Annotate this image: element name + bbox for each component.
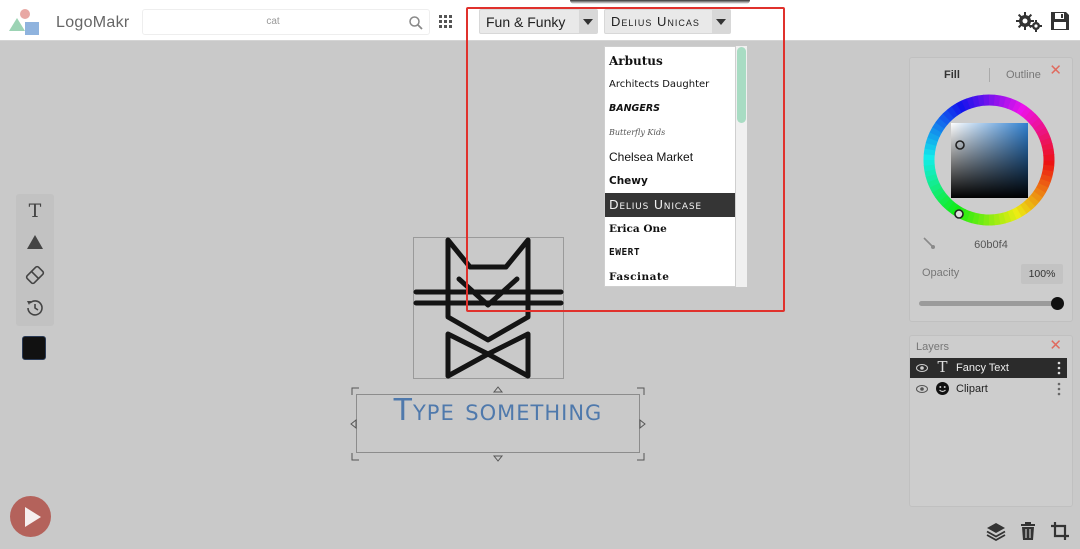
logomakr-logo-icon[interactable] <box>8 8 42 36</box>
layers-panel: Layers ✕ T Fancy Text Clipart <box>909 335 1073 507</box>
crop-icon[interactable] <box>1050 521 1070 541</box>
opacity-label: Opacity <box>922 267 960 279</box>
text-icon: T <box>937 358 948 376</box>
app-name[interactable]: LogoMakr <box>56 14 130 32</box>
eye-icon[interactable] <box>916 363 928 373</box>
opacity-slider[interactable] <box>919 301 1059 306</box>
eraser-tool-icon[interactable] <box>23 263 47 287</box>
color-panel: Fill Outline ✕ 60b0f4 Opacity 100% <box>909 57 1073 322</box>
eye-icon[interactable] <box>916 384 928 394</box>
tab-divider <box>989 68 990 82</box>
layer-row-clipart[interactable]: Clipart <box>910 379 1067 399</box>
hex-value[interactable]: 60b0f4 <box>910 239 1072 251</box>
hue-picker-handle <box>954 209 964 219</box>
layers-title: Layers <box>916 341 950 353</box>
smiley-icon <box>936 382 949 395</box>
close-icon[interactable]: ✕ <box>1049 61 1062 79</box>
fancy-text[interactable]: Type something <box>358 393 638 428</box>
trash-icon[interactable] <box>1018 521 1038 541</box>
more-vertical-icon[interactable] <box>1057 361 1061 375</box>
layer-label: Clipart <box>956 383 988 395</box>
shape-tool-icon[interactable] <box>23 230 47 254</box>
grid-icon[interactable] <box>439 15 452 28</box>
highlight-annotation-box <box>466 7 785 312</box>
opacity-slider-handle[interactable] <box>1051 297 1064 310</box>
search-icon[interactable] <box>408 15 424 31</box>
settings-gear-icon[interactable] <box>1016 11 1042 33</box>
opacity-input[interactable]: 100% <box>1021 264 1063 284</box>
save-icon[interactable] <box>1050 11 1070 31</box>
layers-stack-icon[interactable] <box>986 521 1006 541</box>
text-tool-icon[interactable]: T <box>23 199 47 223</box>
color-swatch[interactable] <box>22 336 46 360</box>
tool-bar: T <box>16 194 54 326</box>
layer-row-fancy-text[interactable]: T Fancy Text <box>910 358 1067 378</box>
more-vertical-icon[interactable] <box>1057 382 1061 396</box>
history-icon[interactable] <box>23 296 47 320</box>
search-field[interactable]: cat <box>142 9 430 35</box>
color-wheel[interactable] <box>918 89 1060 231</box>
layer-label: Fancy Text <box>956 362 1009 374</box>
play-button[interactable] <box>10 496 51 537</box>
tab-fill[interactable]: Fill <box>944 69 960 81</box>
tab-outline[interactable]: Outline <box>1006 69 1041 81</box>
search-input[interactable]: cat <box>143 16 403 27</box>
top-shadow <box>570 0 750 4</box>
close-icon[interactable]: ✕ <box>1049 336 1062 354</box>
